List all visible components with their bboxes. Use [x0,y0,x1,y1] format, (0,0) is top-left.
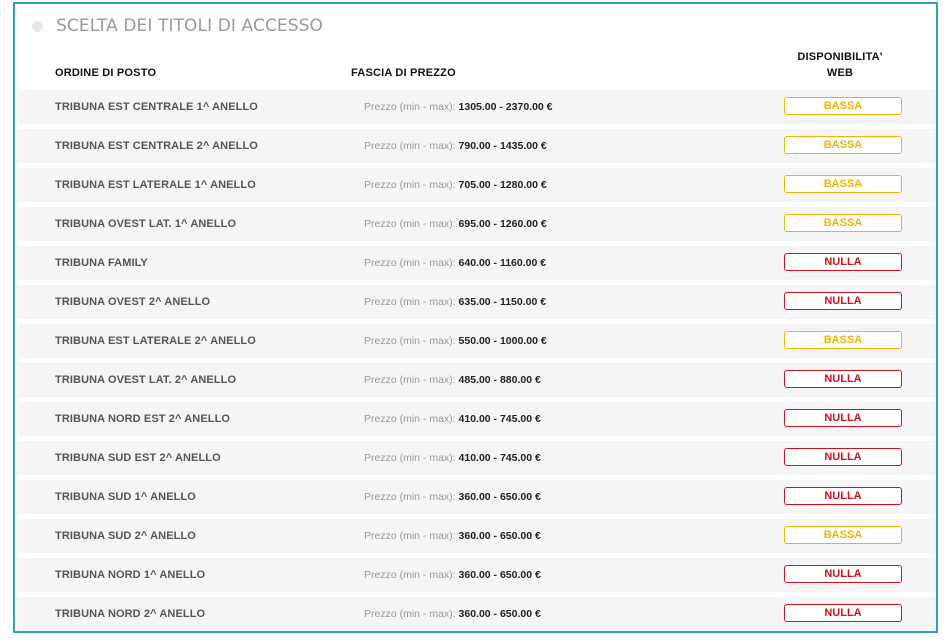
price-range: Prezzo (min - max): 790.00 - 1435.00 € [364,129,547,163]
table-row[interactable]: TRIBUNA EST LATERALE 1^ ANELLO Prezzo (mi… [17,168,936,202]
availability-badge[interactable]: BASSA [784,331,902,349]
price-range: Prezzo (min - max): 410.00 - 745.00 € [364,402,541,436]
seat-name: TRIBUNA OVEST 2^ ANELLO [55,296,211,308]
column-header-price: FASCIA DI PREZZO [351,67,456,79]
price-value: 1305.00 - 2370.00 € [458,101,553,113]
availability-badge[interactable]: NULLA [784,604,902,622]
price-prefix: Prezzo (min - max): [364,530,459,542]
seat-name: TRIBUNA SUD EST 2^ ANELLO [55,452,221,464]
seat-name: TRIBUNA EST CENTRALE 1^ ANELLO [55,101,258,113]
column-header-seat: ORDINE DI POSTO [55,67,157,79]
table-row[interactable]: TRIBUNA NORD EST 2^ ANELLO Prezzo (min - … [17,402,936,436]
availability-badge[interactable]: NULLA [784,370,902,388]
column-header-availability-line2: WEB [826,67,854,79]
availability-badge[interactable]: NULLA [784,565,902,583]
price-range: Prezzo (min - max): 410.00 - 745.00 € [364,441,541,475]
price-range: Prezzo (min - max): 695.00 - 1260.00 € [364,207,547,241]
price-prefix: Prezzo (min - max): [364,608,459,620]
seat-name: TRIBUNA OVEST LAT. 1^ ANELLO [55,218,237,230]
availability-badge[interactable]: BASSA [784,97,902,115]
availability-badge[interactable]: BASSA [784,175,902,193]
availability-badge[interactable]: BASSA [784,214,902,232]
price-prefix: Prezzo (min - max): [364,257,459,269]
price-range: Prezzo (min - max): 550.00 - 1000.00 € [364,324,547,358]
price-value: 360.00 - 650.00 € [458,569,541,581]
price-prefix: Prezzo (min - max): [364,101,459,113]
table-row[interactable]: TRIBUNA OVEST LAT. 1^ ANELLO Prezzo (min … [17,207,936,241]
price-value: 695.00 - 1260.00 € [458,218,547,230]
seat-name: TRIBUNA SUD 2^ ANELLO [55,530,196,542]
seat-name: TRIBUNA NORD 2^ ANELLO [55,608,206,620]
seat-table: TRIBUNA EST CENTRALE 1^ ANELLO Prezzo (mi… [17,90,936,636]
price-range: Prezzo (min - max): 485.00 - 880.00 € [364,363,541,397]
price-range: Prezzo (min - max): 360.00 - 650.00 € [364,597,541,631]
price-value: 485.00 - 880.00 € [458,374,541,386]
price-range: Prezzo (min - max): 360.00 - 650.00 € [364,519,541,553]
price-prefix: Prezzo (min - max): [364,569,459,581]
price-prefix: Prezzo (min - max): [364,413,459,425]
price-range: Prezzo (min - max): 640.00 - 1160.00 € [364,246,546,280]
price-value: 360.00 - 650.00 € [458,491,541,503]
price-prefix: Prezzo (min - max): [364,179,459,191]
availability-badge[interactable]: NULLA [784,409,902,427]
table-row[interactable]: TRIBUNA SUD 1^ ANELLO Prezzo (min - max):… [17,480,936,514]
availability-badge[interactable]: NULLA [784,292,902,310]
table-row[interactable]: TRIBUNA EST CENTRALE 2^ ANELLO Prezzo (mi… [17,129,936,163]
table-row[interactable]: TRIBUNA OVEST 2^ ANELLO Prezzo (min - max… [17,285,936,319]
availability-badge[interactable]: NULLA [784,448,902,466]
price-value: 360.00 - 650.00 € [458,530,541,542]
price-value: 550.00 - 1000.00 € [458,335,547,347]
price-value: 410.00 - 745.00 € [458,452,541,464]
seat-name: TRIBUNA EST LATERALE 2^ ANELLO [55,335,256,347]
seat-name: TRIBUNA EST LATERALE 1^ ANELLO [55,179,256,191]
price-prefix: Prezzo (min - max): [364,296,459,308]
price-value: 360.00 - 650.00 € [458,608,541,620]
price-prefix: Prezzo (min - max): [364,335,459,347]
bullet-icon [32,20,43,32]
availability-badge[interactable]: NULLA [784,487,902,505]
price-prefix: Prezzo (min - max): [364,374,459,386]
price-value: 635.00 - 1150.00 € [458,296,547,308]
table-row[interactable]: TRIBUNA SUD EST 2^ ANELLO Prezzo (min - m… [17,441,936,475]
price-prefix: Prezzo (min - max): [364,140,459,152]
availability-badge[interactable]: BASSA [784,526,902,544]
price-range: Prezzo (min - max): 360.00 - 650.00 € [364,558,541,592]
price-value: 790.00 - 1435.00 € [458,140,547,152]
column-header-availability-line1: DISPONIBILITA' [797,51,883,63]
seat-name: TRIBUNA EST CENTRALE 2^ ANELLO [55,140,258,152]
table-row[interactable]: TRIBUNA EST LATERALE 2^ ANELLO Prezzo (mi… [17,324,936,358]
seat-name: TRIBUNA SUD 1^ ANELLO [55,491,196,503]
seat-name: TRIBUNA NORD 1^ ANELLO [55,569,206,581]
table-row[interactable]: TRIBUNA EST CENTRALE 1^ ANELLO Prezzo (mi… [17,90,936,124]
price-prefix: Prezzo (min - max): [364,491,459,503]
seat-name: TRIBUNA FAMILY [55,257,148,269]
price-value: 705.00 - 1280.00 € [458,179,547,191]
column-header-availability: DISPONIBILITA' WEB [775,49,905,81]
price-prefix: Prezzo (min - max): [364,218,459,230]
availability-badge[interactable]: BASSA [784,136,902,154]
section-title: SCELTA DEI TITOLI DI ACCESSO [56,16,324,36]
ticket-selection-panel: SCELTA DEI TITOLI DI ACCESSO ORDINE DI P… [13,2,938,633]
table-row[interactable]: TRIBUNA OVEST LAT. 2^ ANELLO Prezzo (min … [17,363,936,397]
table-row[interactable]: TRIBUNA SUD 2^ ANELLO Prezzo (min - max):… [17,519,936,553]
price-range: Prezzo (min - max): 1305.00 - 2370.00 € [364,90,553,124]
price-range: Prezzo (min - max): 705.00 - 1280.00 € [364,168,547,202]
price-range: Prezzo (min - max): 360.00 - 650.00 € [364,480,541,514]
table-row[interactable]: TRIBUNA NORD 2^ ANELLO Prezzo (min - max)… [17,597,936,631]
seat-name: TRIBUNA NORD EST 2^ ANELLO [55,413,231,425]
section-header: SCELTA DEI TITOLI DI ACCESSO [32,15,323,37]
price-prefix: Prezzo (min - max): [364,452,459,464]
table-row[interactable]: TRIBUNA NORD 1^ ANELLO Prezzo (min - max)… [17,558,936,592]
price-range: Prezzo (min - max): 635.00 - 1150.00 € [364,285,546,319]
table-row[interactable]: TRIBUNA FAMILY Prezzo (min - max): 640.00… [17,246,936,280]
price-value: 410.00 - 745.00 € [458,413,541,425]
price-value: 640.00 - 1160.00 € [458,257,547,269]
availability-badge[interactable]: NULLA [784,253,902,271]
seat-name: TRIBUNA OVEST LAT. 2^ ANELLO [55,374,237,386]
